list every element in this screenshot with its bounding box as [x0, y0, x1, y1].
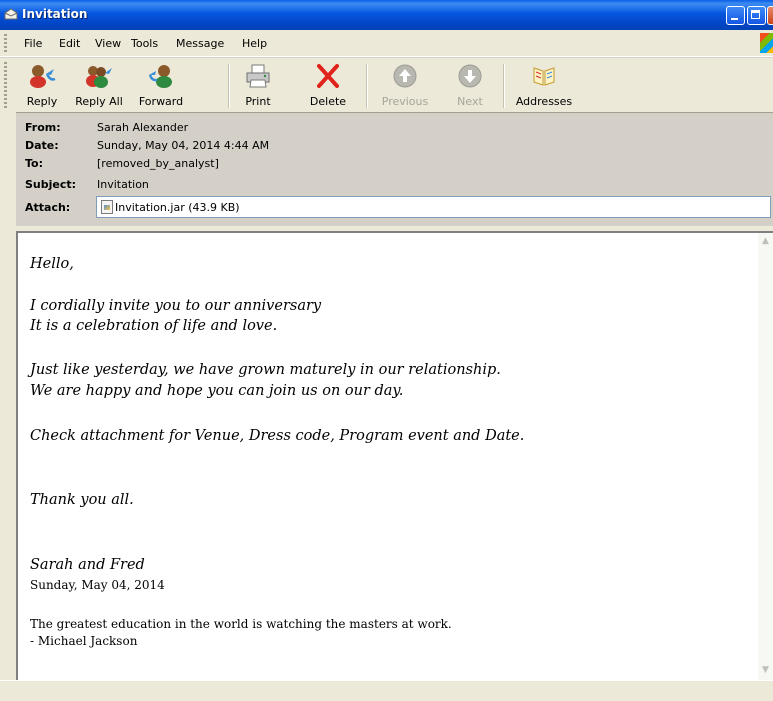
- toolbar-grip[interactable]: [4, 62, 7, 108]
- print-icon: [246, 64, 270, 88]
- forward-button[interactable]: Forward: [133, 58, 189, 113]
- thanks-text: Thank you all.: [30, 492, 134, 508]
- menu-bar: File Edit View Tools Message Help: [0, 30, 773, 57]
- to-label: To:: [25, 157, 43, 170]
- paragraph-line: It is a celebration of life and love.: [30, 318, 278, 334]
- maximize-button[interactable]: [747, 6, 766, 25]
- menu-help[interactable]: Help: [242, 37, 267, 50]
- window-title: Invitation: [22, 7, 88, 21]
- reply-label: Reply: [26, 95, 58, 108]
- minimize-button[interactable]: [726, 6, 745, 25]
- quote-text: The greatest education in the world is w…: [30, 617, 452, 631]
- paragraph-line: Check attachment for Venue, Dress code, …: [30, 428, 525, 444]
- paragraph-line: I cordially invite you to our anniversar…: [30, 298, 322, 314]
- date-label: Date:: [25, 139, 59, 152]
- greeting-text: Hello,: [30, 256, 74, 272]
- paragraph-line: We are happy and hope you can join us on…: [30, 383, 404, 399]
- previous-label: Previous: [381, 95, 429, 108]
- date-value: Sunday, May 04, 2014 4:44 AM: [97, 139, 270, 152]
- menu-message[interactable]: Message: [176, 37, 224, 50]
- vertical-scrollbar[interactable]: ▲ ▼: [758, 233, 773, 680]
- print-button[interactable]: Print: [236, 58, 280, 113]
- from-label: From:: [25, 121, 61, 134]
- previous-icon: [393, 64, 417, 88]
- reply-icon: [30, 65, 56, 88]
- envelope-icon: [4, 8, 18, 20]
- to-value: [removed_by_analyst]: [97, 157, 219, 170]
- left-margin: [0, 112, 16, 680]
- addresses-icon: [533, 67, 555, 86]
- forward-label: Forward: [138, 95, 184, 108]
- menu-file[interactable]: File: [24, 37, 42, 50]
- menu-edit[interactable]: Edit: [59, 37, 80, 50]
- reply-all-label: Reply All: [75, 95, 123, 108]
- delete-button[interactable]: Delete: [304, 58, 352, 113]
- title-bar: Invitation: [0, 0, 773, 30]
- menu-grip[interactable]: [4, 34, 7, 52]
- reply-button[interactable]: Reply: [18, 58, 66, 113]
- paragraph-line: Just like yesterday, we have grown matur…: [30, 362, 501, 378]
- toolbar-separator: [366, 64, 368, 108]
- attachment-icon: [101, 200, 113, 214]
- next-label: Next: [457, 95, 483, 108]
- menu-view[interactable]: View: [95, 37, 121, 50]
- toolbar-separator: [228, 64, 230, 108]
- print-label: Print: [245, 95, 271, 108]
- quote-author: - Michael Jackson: [30, 634, 138, 648]
- windows-logo-icon: [760, 33, 773, 53]
- signature-date: Sunday, May 04, 2014: [30, 578, 165, 592]
- scroll-up-icon[interactable]: ▲: [759, 235, 772, 248]
- delete-icon: [317, 64, 339, 88]
- menu-tools[interactable]: Tools: [131, 37, 158, 50]
- subject-label: Subject:: [25, 178, 77, 191]
- addresses-button[interactable]: Addresses: [511, 58, 577, 113]
- message-header: From: Sarah Alexander Date: Sunday, May …: [16, 112, 773, 226]
- signature-text: Sarah and Fred: [30, 557, 145, 573]
- forward-icon: [148, 65, 172, 88]
- attachment-name[interactable]: Invitation.jar (43.9 KB): [115, 201, 240, 214]
- reply-all-icon: [86, 66, 112, 88]
- toolbar: Reply Reply All Forward Print Delete Pre…: [0, 57, 773, 113]
- addresses-label: Addresses: [515, 95, 573, 108]
- next-button[interactable]: Next: [448, 58, 492, 113]
- attachment-field[interactable]: Invitation.jar (43.9 KB): [96, 196, 771, 218]
- status-bar: [0, 680, 773, 701]
- attach-label: Attach:: [25, 201, 71, 214]
- close-button[interactable]: [767, 6, 773, 25]
- previous-button[interactable]: Previous: [375, 58, 435, 113]
- delete-label: Delete: [309, 95, 347, 108]
- from-value: Sarah Alexander: [97, 121, 189, 134]
- subject-value: Invitation: [97, 178, 149, 191]
- toolbar-separator: [503, 64, 505, 108]
- next-icon: [458, 64, 482, 88]
- scroll-down-icon[interactable]: ▼: [759, 664, 772, 677]
- reply-all-button[interactable]: Reply All: [68, 58, 130, 113]
